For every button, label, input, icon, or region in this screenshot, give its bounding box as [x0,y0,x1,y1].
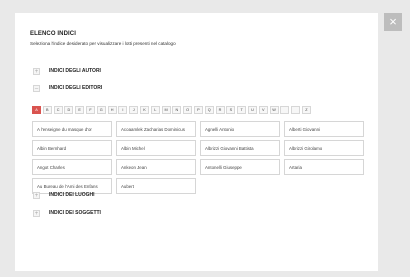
letter-empty [280,106,290,114]
letter-c[interactable]: C [53,106,63,114]
close-icon[interactable]: × [384,13,402,31]
letter-o[interactable]: O [183,106,193,114]
letter-r[interactable]: R [215,106,225,114]
section-subjects[interactable]: + INDICI DEI SOGGETTI [33,209,101,217]
expand-icon[interactable]: + [33,67,40,75]
expand-icon[interactable]: + [33,209,40,217]
letter-p[interactable]: P [193,106,203,114]
letter-w[interactable]: W [269,106,279,114]
section-subjects-label[interactable]: INDICI DEI SOGGETTI [49,210,101,216]
letter-l[interactable]: L [150,106,160,114]
publisher-item[interactable]: Ankeon Jean [116,159,196,175]
letter-j[interactable]: J [129,106,139,114]
publisher-grid: A l'enseigne du masque d'or Acoaamlek Zac… [32,121,364,194]
index-modal: ELENCO INDICI Seleziona l'indice desider… [15,13,378,271]
publisher-item[interactable]: Angot Charles [32,159,112,175]
expand-icon[interactable]: + [33,191,40,199]
section-authors-label[interactable]: INDICI DEGLI AUTORI [49,68,101,74]
publisher-item[interactable]: Albin Michel [116,140,196,156]
letter-k[interactable]: K [139,106,149,114]
publisher-item[interactable]: Albin Bernhard [32,140,112,156]
letter-n[interactable]: N [172,106,182,114]
publisher-item[interactable]: Aubert [116,178,196,194]
letter-q[interactable]: Q [204,106,214,114]
letter-z[interactable]: Z [301,106,311,114]
alphabet-filter: ABCDEFGHIJKLMNOPQRSTUVW Z [32,106,313,114]
publisher-item[interactable]: Acoaamlek Zacharias Dominicus [116,121,196,137]
publisher-item[interactable]: Artaria [284,159,364,175]
letter-b[interactable]: B [42,106,52,114]
section-places-label[interactable]: INDICI DEI LUOGHI [49,192,95,198]
letter-empty [291,106,301,114]
letter-f[interactable]: F [85,106,95,114]
letter-m[interactable]: M [161,106,171,114]
letter-d[interactable]: D [64,106,74,114]
letter-g[interactable]: G [96,106,106,114]
publisher-item[interactable]: Alberti Giovanni [284,121,364,137]
letter-e[interactable]: E [75,106,85,114]
modal-subtitle: Seleziona l'indice desiderato per visual… [30,41,176,46]
section-publishers-label[interactable]: INDICI DEGLI EDITORI [49,85,102,91]
letter-h[interactable]: H [107,106,117,114]
letter-v[interactable]: V [258,106,268,114]
section-publishers[interactable]: – INDICI DEGLI EDITORI [33,84,102,92]
publisher-item[interactable]: A l'enseigne du masque d'or [32,121,112,137]
letter-t[interactable]: T [237,106,247,114]
modal-title: ELENCO INDICI [30,31,76,37]
publisher-item[interactable]: Albrizzi Girolamo [284,140,364,156]
section-authors[interactable]: + INDICI DEGLI AUTORI [33,67,101,75]
publisher-item[interactable]: Antonelli Giuseppe [200,159,280,175]
letter-u[interactable]: U [247,106,257,114]
publisher-item[interactable]: Agnelli Antonio [200,121,280,137]
letter-s[interactable]: S [226,106,236,114]
letter-i[interactable]: I [118,106,128,114]
section-places[interactable]: + INDICI DEI LUOGHI [33,191,95,199]
letter-a[interactable]: A [32,106,41,114]
publisher-item[interactable]: Albrizzi Giovanni Battista [200,140,280,156]
collapse-icon[interactable]: – [33,84,40,92]
